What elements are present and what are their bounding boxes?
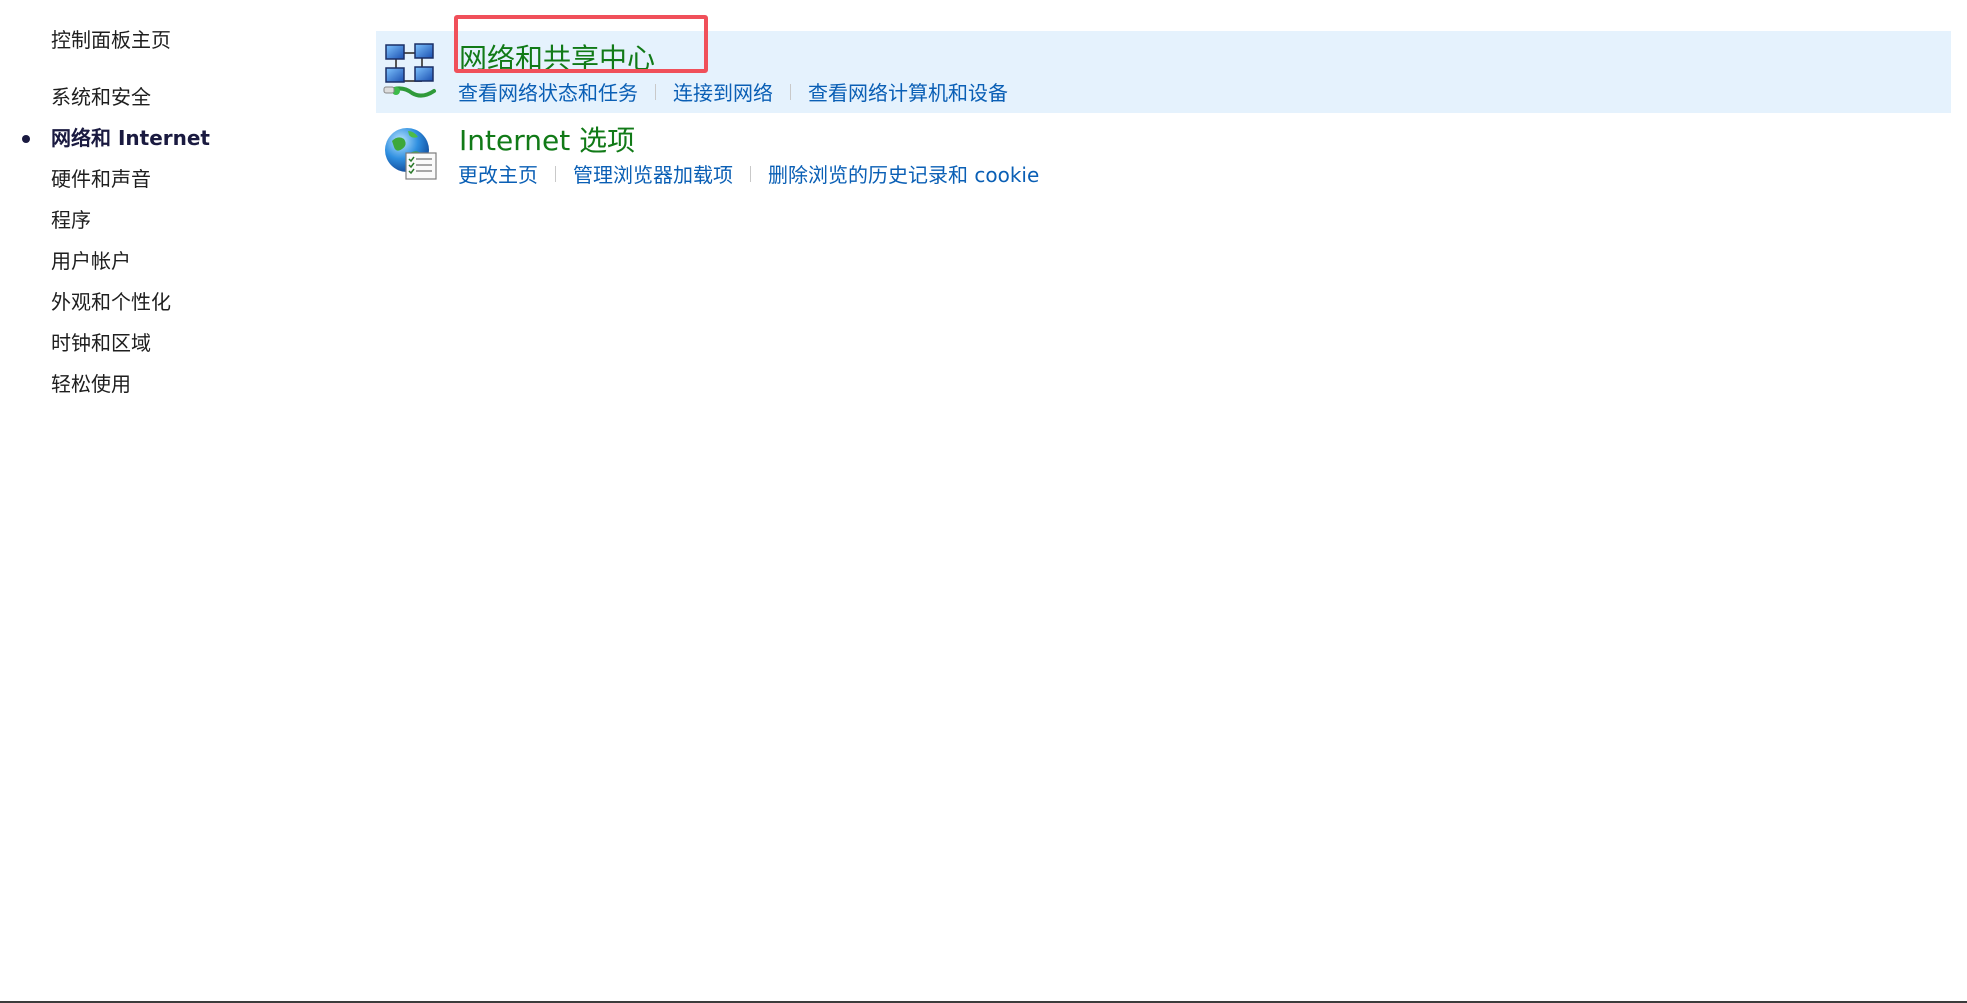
- sidebar-item-clock-region[interactable]: 时钟和区域: [0, 328, 210, 369]
- sidebar-item-label: 时钟和区域: [51, 331, 151, 355]
- sidebar-item-appearance[interactable]: 外观和个性化: [0, 287, 210, 328]
- sidebar-item-ease-of-access[interactable]: 轻松使用: [0, 369, 210, 410]
- link-separator: [555, 165, 556, 182]
- internet-options-title[interactable]: Internet 选项: [459, 119, 635, 159]
- network-sharing-center-icon[interactable]: [382, 41, 440, 101]
- sidebar-item-hardware-sound[interactable]: 硬件和声音: [0, 164, 210, 205]
- sidebar-nav: 系统和安全 网络和 Internet 硬件和声音 程序 用户帐户 外观和个性化 …: [0, 82, 210, 410]
- link-separator: [790, 83, 791, 100]
- sidebar: 控制面板主页 系统和安全 网络和 Internet 硬件和声音 程序 用户帐户 …: [0, 0, 340, 1003]
- category-internet-options: Internet 选项 更改主页 管理浏览器加载项 删除浏览的历史记录和 coo…: [376, 113, 1951, 195]
- sidebar-item-label: 网络和 Internet: [51, 126, 210, 150]
- delete-browsing-history-link[interactable]: 删除浏览的历史记录和 cookie: [768, 159, 1039, 188]
- control-panel-home-link[interactable]: 控制面板主页: [51, 24, 171, 53]
- sidebar-item-label: 程序: [51, 208, 91, 232]
- network-sharing-center-title[interactable]: 网络和共享中心: [459, 37, 655, 77]
- sidebar-item-label: 外观和个性化: [51, 290, 171, 314]
- internet-options-links: 更改主页 管理浏览器加载项 删除浏览的历史记录和 cookie: [458, 159, 1039, 188]
- network-sharing-center-links: 查看网络状态和任务 连接到网络 查看网络计算机和设备: [458, 77, 1008, 106]
- sidebar-item-label: 用户帐户: [51, 249, 131, 273]
- manage-browser-addons-link[interactable]: 管理浏览器加载项: [573, 159, 733, 188]
- sidebar-item-system-security[interactable]: 系统和安全: [0, 82, 210, 123]
- connect-to-network-link[interactable]: 连接到网络: [673, 77, 773, 106]
- change-home-page-link[interactable]: 更改主页: [458, 159, 538, 188]
- sidebar-item-network-internet[interactable]: 网络和 Internet: [0, 123, 210, 164]
- active-bullet-icon: [22, 135, 30, 143]
- internet-options-icon[interactable]: [382, 123, 440, 183]
- sidebar-item-programs[interactable]: 程序: [0, 205, 210, 246]
- sidebar-item-label: 硬件和声音: [51, 167, 151, 191]
- control-panel-page: 控制面板主页 系统和安全 网络和 Internet 硬件和声音 程序 用户帐户 …: [0, 0, 1967, 1003]
- view-network-status-link[interactable]: 查看网络状态和任务: [458, 77, 638, 106]
- sidebar-item-label: 轻松使用: [51, 372, 131, 396]
- view-network-computers-link[interactable]: 查看网络计算机和设备: [808, 77, 1008, 106]
- link-separator: [655, 83, 656, 100]
- category-network-sharing-center: 网络和共享中心 查看网络状态和任务 连接到网络 查看网络计算机和设备: [376, 31, 1951, 113]
- sidebar-item-label: 系统和安全: [51, 85, 151, 109]
- link-separator: [750, 165, 751, 182]
- sidebar-item-user-accounts[interactable]: 用户帐户: [0, 246, 210, 287]
